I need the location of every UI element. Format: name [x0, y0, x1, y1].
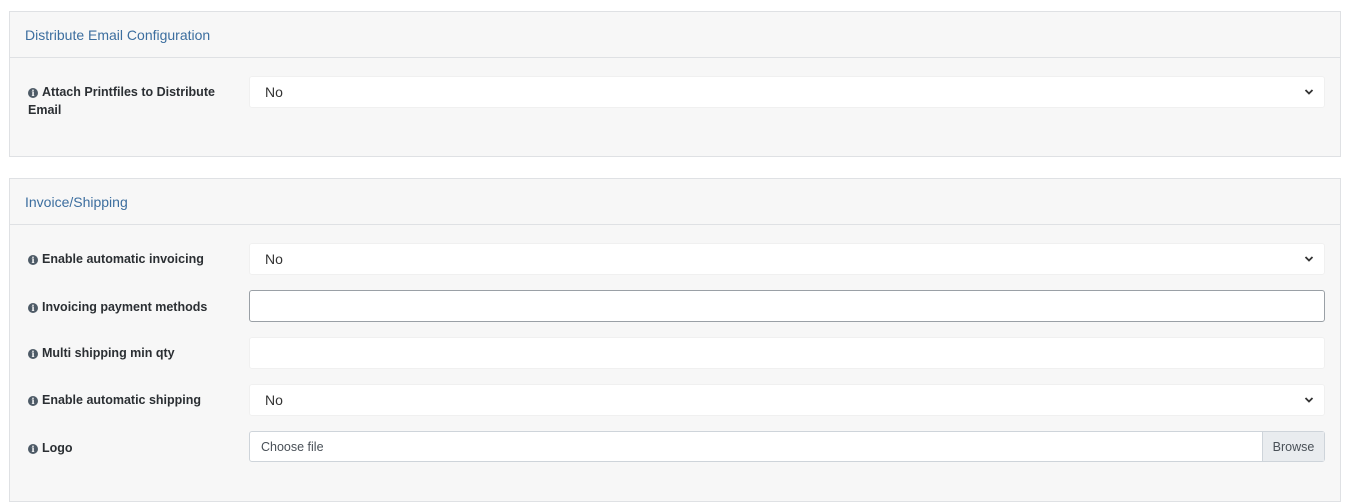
- field-label: i Attach Printfiles to Distribute Email: [28, 83, 228, 119]
- chevron-down-icon: [1304, 397, 1314, 403]
- browse-button[interactable]: Browse: [1262, 432, 1324, 461]
- field-label-text: Enable automatic invoicing: [42, 252, 204, 266]
- enable-shipping-select[interactable]: No: [249, 384, 1325, 416]
- select-value: No: [265, 84, 283, 100]
- invoice-shipping-panel: Invoice/Shipping i Enable automatic invoi…: [9, 178, 1341, 502]
- info-circle-icon[interactable]: i: [28, 255, 38, 265]
- select-value: No: [265, 251, 283, 267]
- field-label: i Invoicing payment methods: [28, 298, 228, 316]
- file-placeholder: Choose file: [261, 439, 324, 454]
- info-circle-icon[interactable]: i: [28, 396, 38, 406]
- field-label-text: Multi shipping min qty: [42, 346, 175, 360]
- field-label-text: Invoicing payment methods: [42, 300, 208, 314]
- field-label: i Logo: [28, 439, 228, 457]
- chevron-down-icon: [1304, 89, 1314, 95]
- select-value: No: [265, 392, 283, 408]
- distribute-email-panel: Distribute Email Configuration i Attach P…: [9, 11, 1341, 157]
- info-circle-icon[interactable]: i: [28, 303, 38, 313]
- payment-methods-input[interactable]: [249, 290, 1325, 322]
- field-label: i Multi shipping min qty: [28, 344, 228, 362]
- field-label-text: Attach Printfiles to Distribute Email: [28, 85, 215, 117]
- field-label: i Enable automatic shipping: [28, 391, 228, 409]
- multi-shipping-min-qty-input[interactable]: [249, 337, 1325, 369]
- panel-heading: Invoice/Shipping: [10, 179, 1340, 225]
- info-circle-icon[interactable]: i: [28, 444, 38, 454]
- panel-heading: Distribute Email Configuration: [10, 12, 1340, 58]
- enable-invoicing-select[interactable]: No: [249, 243, 1325, 275]
- chevron-down-icon: [1304, 256, 1314, 262]
- field-label: i Enable automatic invoicing: [28, 250, 228, 268]
- logo-file-input[interactable]: Choose file Browse: [249, 431, 1325, 462]
- field-label-text: Enable automatic shipping: [42, 393, 202, 407]
- field-label-text: Logo: [42, 441, 73, 455]
- attach-printfiles-select[interactable]: No: [249, 76, 1325, 108]
- info-circle-icon[interactable]: i: [28, 88, 38, 98]
- info-circle-icon[interactable]: i: [28, 349, 38, 359]
